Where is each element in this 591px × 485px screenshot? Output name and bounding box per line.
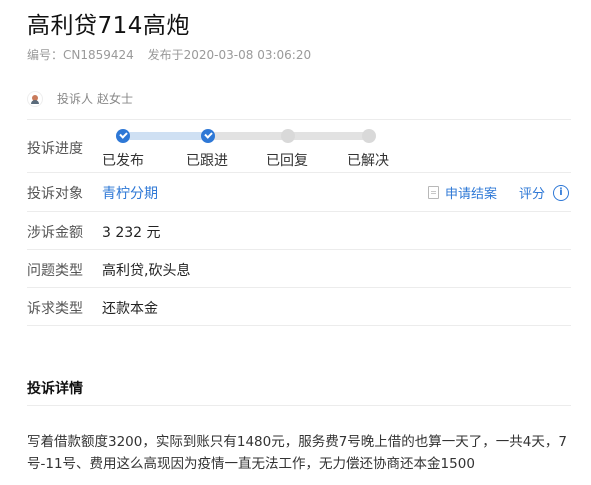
divider — [27, 249, 571, 250]
info-icon[interactable]: i — [553, 184, 569, 201]
target-label: 投诉对象 — [27, 186, 83, 202]
publish-time: 发布于2020-03-08 03:06:20 — [147, 48, 312, 62]
check-icon — [116, 129, 130, 143]
complaint-meta: 编号：CN1859424 发布于2020-03-08 03:06:20 — [27, 46, 311, 63]
issue-type-value: 高利贷,砍头息 — [102, 263, 191, 279]
step-followed: 已跟进 — [186, 153, 228, 169]
amount-value: 3 232 元 — [102, 225, 161, 241]
rate-button[interactable]: 评分 — [519, 183, 545, 202]
divider — [27, 211, 571, 212]
step-resolved: 已解决 — [347, 153, 389, 169]
progress-label: 投诉进度 — [27, 141, 83, 157]
document-icon — [427, 186, 439, 199]
step-replied: 已回复 — [266, 153, 308, 169]
progress-dot-pending — [362, 129, 376, 143]
demand-type-label: 诉求类型 — [27, 301, 83, 317]
details-text: 写着借款额度3200，实际到账只有1480元，服务费7号晚上借的也算一天了，一共… — [27, 434, 567, 472]
progress-track-1 — [123, 132, 208, 140]
page-title: 高利贷714高炮 — [27, 13, 190, 39]
target-actions: 申请结案 评分 i — [427, 183, 569, 202]
issue-type-label: 问题类型 — [27, 263, 83, 279]
complainant-name: 赵女士 — [97, 92, 134, 106]
divider — [27, 172, 571, 173]
progress-dot-pending — [281, 129, 295, 143]
complainant-label: 投诉人 — [57, 92, 94, 106]
complainant-row: 投诉人 赵女士 — [27, 90, 133, 107]
details-title: 投诉详情 — [27, 381, 83, 397]
divider — [27, 405, 571, 406]
target-company-link[interactable]: 青柠分期 — [102, 183, 158, 203]
apply-close-button[interactable]: 申请结案 — [445, 183, 497, 202]
check-icon — [201, 129, 215, 143]
divider — [27, 325, 571, 326]
complaint-id: 编号：CN1859424 — [27, 48, 134, 62]
avatar-icon — [27, 90, 43, 107]
step-published: 已发布 — [102, 153, 144, 169]
divider — [27, 119, 571, 120]
divider — [27, 287, 571, 288]
demand-type-value: 还款本金 — [102, 301, 158, 317]
amount-label: 涉诉金额 — [27, 225, 83, 241]
